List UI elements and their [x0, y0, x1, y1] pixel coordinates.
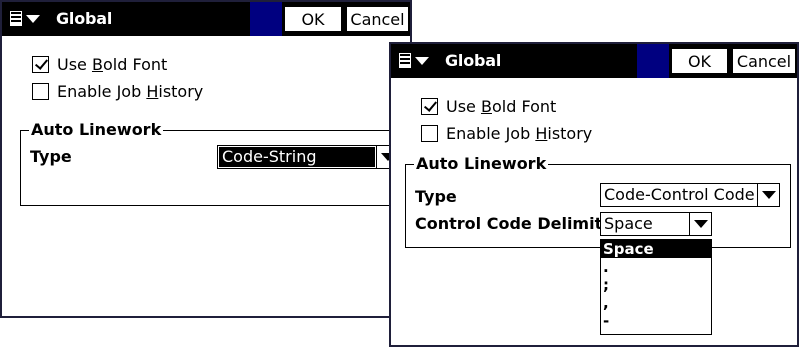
- dropdown-option[interactable]: -: [601, 312, 711, 330]
- use-bold-font-label: Use Bold Font: [57, 55, 168, 74]
- cancel-button[interactable]: Cancel: [345, 5, 410, 33]
- checkbox-unchecked[interactable]: [32, 83, 49, 100]
- start-menu-button[interactable]: [393, 47, 439, 74]
- enable-job-history-label: Enable Job History: [57, 82, 204, 101]
- dropdown-option[interactable]: Space: [601, 240, 711, 258]
- type-value: Code-Control Code: [604, 185, 755, 204]
- type-combobox[interactable]: Code-Control Code: [600, 183, 780, 207]
- cancel-button[interactable]: Cancel: [731, 47, 797, 75]
- control-code-delimiter-combobox[interactable]: Space: [600, 212, 712, 236]
- start-menu-button[interactable]: [4, 5, 50, 32]
- delimiter-dropdown-list[interactable]: Space . ; , -: [600, 239, 712, 335]
- type-label: Type: [415, 187, 457, 206]
- type-label: Type: [30, 147, 72, 166]
- dropdown-option[interactable]: ;: [601, 276, 711, 294]
- dropdown-arrow-icon[interactable]: [757, 184, 779, 206]
- title-bar: Global OK Cancel: [391, 44, 797, 78]
- control-code-delimiter-label: Control Code Delimite: [415, 214, 614, 233]
- enable-job-history-label: Enable Job History: [446, 124, 593, 143]
- title-highlight: [250, 2, 282, 36]
- dropdown-arrow-icon[interactable]: [689, 213, 711, 235]
- enable-job-history-checkbox[interactable]: Enable Job History: [32, 82, 203, 101]
- use-bold-font-label: Use Bold Font: [446, 97, 557, 116]
- window-title: Global: [445, 51, 502, 70]
- use-bold-font-checkbox[interactable]: Use Bold Font: [421, 97, 556, 116]
- checkbox-unchecked[interactable]: [421, 125, 438, 142]
- title-highlight: [637, 44, 669, 78]
- ok-button[interactable]: OK: [670, 47, 729, 75]
- chevron-down-icon: [26, 14, 40, 23]
- ok-button[interactable]: OK: [283, 5, 343, 33]
- enable-job-history-checkbox[interactable]: Enable Job History: [421, 124, 592, 143]
- start-menu-icon: [8, 9, 24, 28]
- checkbox-checked[interactable]: [421, 98, 438, 115]
- type-value: Code-String: [219, 147, 375, 167]
- delimiter-value: Space: [604, 214, 653, 233]
- window-title: Global: [56, 9, 113, 28]
- dropdown-option[interactable]: ,: [601, 294, 711, 312]
- use-bold-font-checkbox[interactable]: Use Bold Font: [32, 55, 167, 74]
- type-combobox[interactable]: Code-String: [217, 145, 399, 169]
- dropdown-option[interactable]: .: [601, 258, 711, 276]
- chevron-down-icon: [415, 56, 429, 65]
- auto-linework-legend: Auto Linework: [29, 120, 164, 139]
- start-menu-icon: [397, 51, 413, 70]
- global-dialog-front: Global OK Cancel Use Bold Font Enable Jo…: [389, 42, 799, 347]
- checkbox-checked[interactable]: [32, 56, 49, 73]
- global-dialog-back: Global OK Cancel Use Bold Font Enable Jo…: [0, 0, 420, 318]
- auto-linework-legend: Auto Linework: [414, 154, 549, 173]
- title-bar: Global OK Cancel: [2, 2, 410, 36]
